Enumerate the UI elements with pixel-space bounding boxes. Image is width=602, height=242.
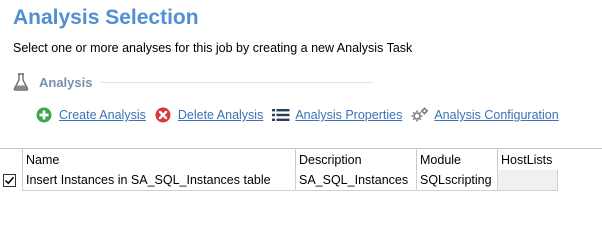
cell-hostlists[interactable] — [497, 170, 558, 191]
cell-module[interactable]: SQLscripting — [416, 170, 497, 191]
cell-name[interactable]: Insert Instances in SA_SQL_Instances tab… — [22, 170, 295, 191]
table-row[interactable]: Insert Instances in SA_SQL_Instances tab… — [0, 170, 602, 191]
analysis-grid: Name Description Module HostLists Insert… — [0, 148, 602, 191]
analysis-properties-label: Analysis Properties — [295, 108, 403, 122]
column-header-description[interactable]: Description — [295, 149, 416, 170]
section-divider — [100, 81, 373, 83]
row-check-cell — [0, 170, 22, 191]
gears-icon — [411, 107, 429, 123]
column-header-name[interactable]: Name — [22, 149, 295, 170]
x-circle-icon — [155, 107, 171, 123]
create-analysis-label: Create Analysis — [59, 108, 146, 122]
delete-analysis-button[interactable]: Delete Analysis — [155, 107, 263, 123]
plus-circle-icon — [36, 107, 52, 123]
analysis-section-header: Analysis — [13, 72, 373, 92]
row-checkbox[interactable] — [3, 174, 16, 187]
analysis-properties-button[interactable]: Analysis Properties — [272, 107, 402, 123]
header-check-column — [0, 149, 22, 170]
analysis-toolbar: Create Analysis Delete Analysis Analysis… — [36, 105, 568, 125]
section-label: Analysis — [39, 74, 93, 90]
cell-description[interactable]: SA_SQL_Instances — [295, 170, 416, 191]
page-subtitle: Select one or more analyses for this job… — [13, 41, 413, 55]
analysis-configuration-button[interactable]: Analysis Configuration — [411, 107, 559, 123]
analysis-configuration-label: Analysis Configuration — [434, 108, 559, 122]
create-analysis-button[interactable]: Create Analysis — [36, 107, 146, 123]
flask-icon — [13, 73, 29, 91]
grid-header-row: Name Description Module HostLists — [0, 148, 602, 170]
column-header-module[interactable]: Module — [416, 149, 497, 170]
delete-analysis-label: Delete Analysis — [177, 108, 264, 122]
list-icon — [272, 107, 290, 123]
checkmark-icon — [4, 176, 15, 185]
page-title: Analysis Selection — [13, 6, 199, 29]
column-header-hostlists[interactable]: HostLists — [497, 149, 558, 170]
